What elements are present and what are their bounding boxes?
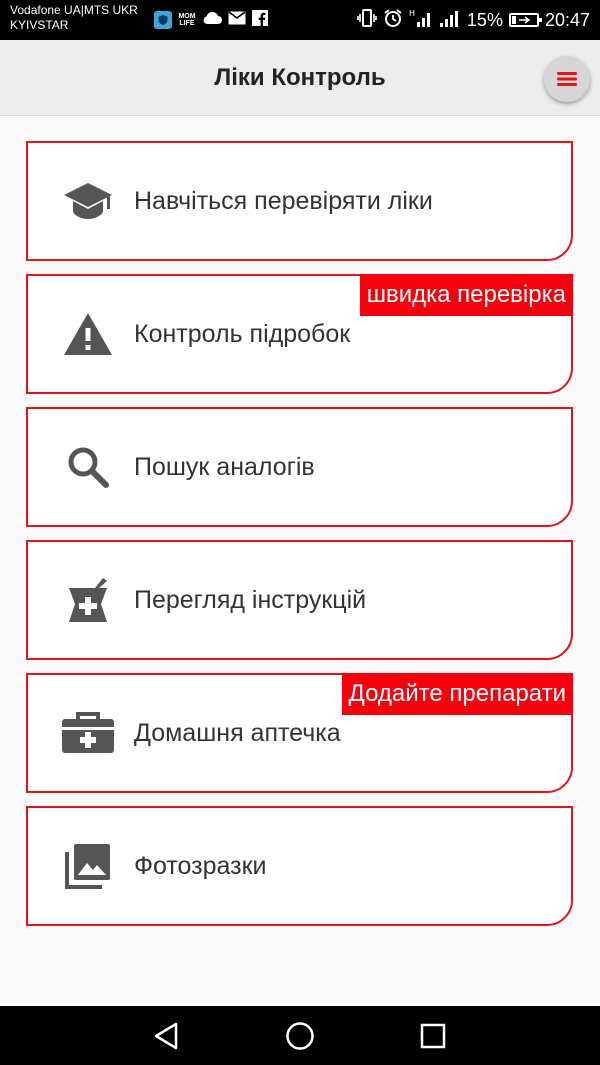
back-button[interactable] — [131, 1006, 201, 1065]
back-icon — [154, 1022, 178, 1049]
status-bar: Vodafone UA|MTS UKR KYIVSTAR MOMLIFE H — [0, 0, 600, 40]
recents-button[interactable] — [398, 1006, 468, 1065]
home-button[interactable] — [265, 1006, 335, 1065]
menu-item-label: Домашня аптечка — [134, 719, 341, 747]
page-title: Ліки Контроль — [214, 64, 386, 91]
menu-item-label: Пошук аналогів — [134, 453, 315, 481]
graduation-cap-icon — [58, 171, 118, 231]
facebook-icon — [252, 9, 268, 31]
hamburger-menu-icon — [557, 72, 577, 86]
menu-item-label: Контроль підробок — [134, 320, 351, 348]
vibrate-icon — [357, 8, 377, 32]
app-bar: Ліки Контроль — [0, 40, 600, 116]
search-icon — [58, 437, 118, 497]
momlife-icon: MOM LIFE — [178, 11, 196, 29]
carrier-info: Vodafone UA|MTS UKR KYIVSTAR — [10, 3, 138, 33]
menu-item-find-analogs[interactable]: Пошук аналогів — [26, 407, 573, 527]
battery-percent: 15% — [466, 9, 503, 30]
photo-library-icon — [58, 836, 118, 896]
menu-item-home-medicine-cabinet[interactable]: Домашня аптечка Додайте препарати — [26, 673, 573, 793]
navigation-bar — [0, 1006, 600, 1065]
menu-item-instructions[interactable]: Перегляд інструкцій — [26, 540, 573, 660]
signal-h-icon: H — [409, 8, 433, 33]
menu-item-learn[interactable]: Навчіться перевіряти ліки — [26, 141, 573, 261]
notification-icons: MOM LIFE — [154, 9, 268, 31]
system-status: H 15% 20:47 — [357, 8, 590, 32]
signal-icon — [439, 8, 461, 33]
cloud-icon — [202, 11, 222, 30]
carrier-line-2: KYIVSTAR — [10, 18, 69, 32]
menu-item-label: Перегляд інструкцій — [134, 586, 367, 614]
carrier-line-1: Vodafone UA|MTS UKR — [10, 3, 138, 17]
menu-item-label: Навчіться перевіряти ліки — [134, 187, 433, 215]
menu-item-counterfeit-control[interactable]: Контроль підробок швидка перевірка — [26, 274, 573, 394]
pharmacy-mortar-icon — [58, 570, 118, 630]
mail-icon — [228, 10, 246, 30]
menu-item-photo-samples[interactable]: Фотозразки — [26, 806, 573, 926]
menu-item-label: Фотозразки — [134, 852, 267, 880]
medical-kit-icon — [58, 703, 118, 763]
svg-text:H: H — [409, 9, 415, 18]
shield-icon — [154, 11, 172, 29]
battery-charging-icon — [508, 13, 542, 27]
recents-icon — [420, 1023, 446, 1048]
alarm-icon — [383, 8, 403, 33]
clock: 20:47 — [544, 9, 590, 30]
menu-button[interactable] — [544, 56, 590, 102]
quick-check-badge: швидка перевірка — [359, 274, 573, 316]
home-icon — [286, 1021, 314, 1050]
warning-icon — [58, 304, 118, 364]
add-medicines-badge: Додайте препарати — [341, 673, 573, 715]
